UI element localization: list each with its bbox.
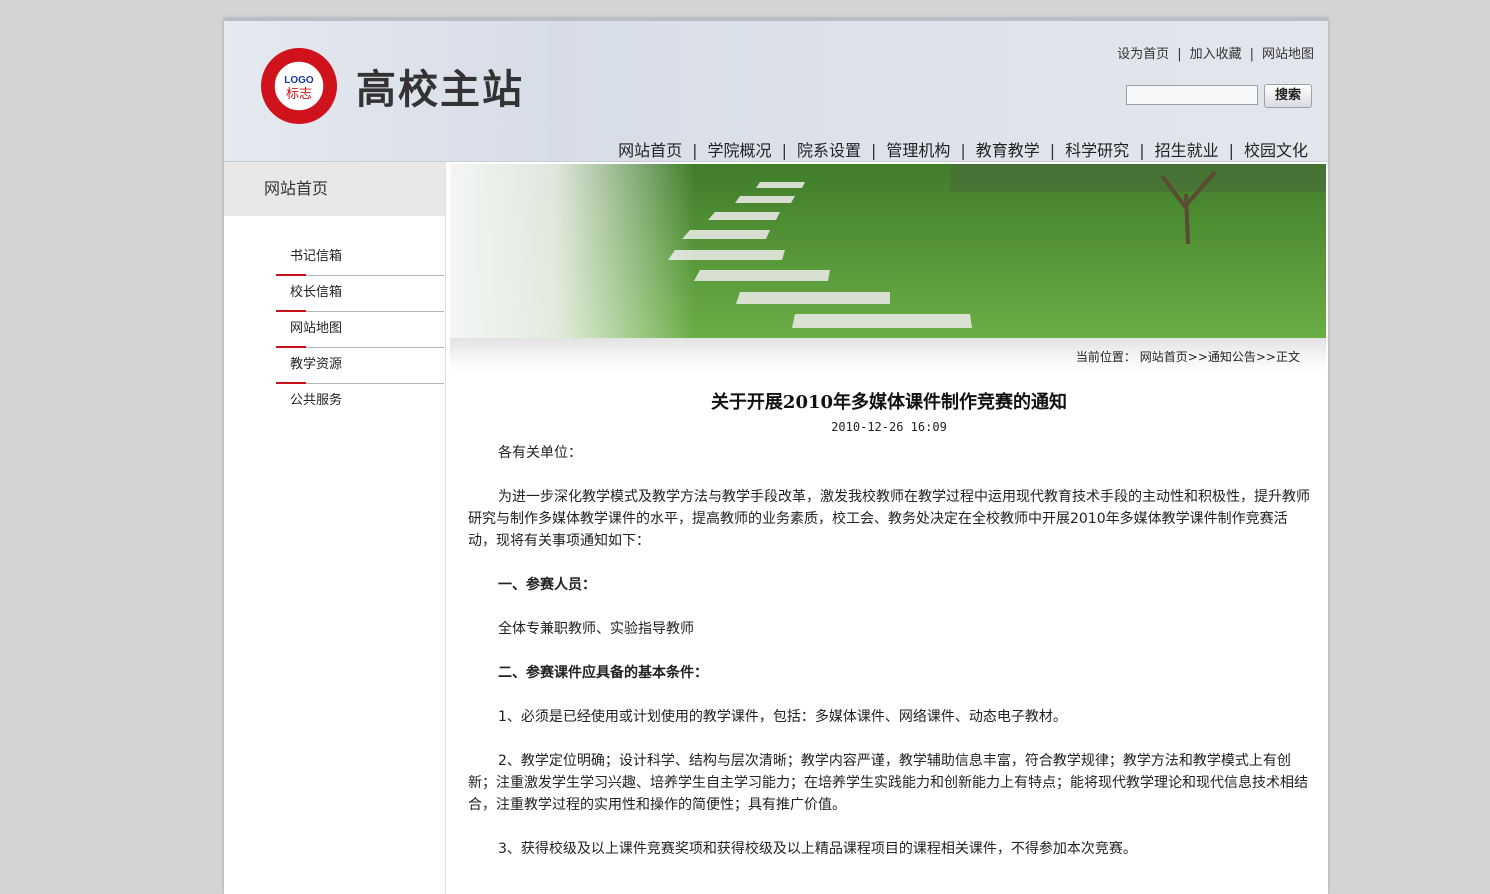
sidebar-item-secretary-mailbox[interactable]: 书记信箱	[276, 240, 444, 276]
search-button[interactable]: 搜索	[1264, 84, 1312, 108]
article-date: 2010-12-26 16:09	[831, 420, 947, 434]
sidebar-item-public-services[interactable]: 公共服务	[276, 384, 444, 420]
nav-item-departments[interactable]: 院系设置	[797, 141, 861, 160]
nav-item-administration[interactable]: 管理机构	[886, 141, 950, 160]
section2-item-3: 3、获得校级及以上课件竞赛奖项和获得校级及以上精品课程项目的课程相关课件，不得参…	[498, 841, 1137, 857]
nav-item-about[interactable]: 学院概况	[708, 141, 772, 160]
main-nav: 网站首页 | 学院概况 | 院系设置 | 管理机构 | 教育教学 | 科学研究 | 招生就业 | 校园文化	[618, 141, 1308, 160]
nav-item-culture[interactable]: 校园文化	[1244, 141, 1308, 160]
section2-item-1: 1、必须是已经使用或计划使用的教学课件，包括：多媒体课件、网络课件、动态电子教材…	[498, 709, 1067, 725]
article-title: 关于开展2010年多媒体课件制作竞赛的通知	[710, 392, 1068, 413]
nav-item-home[interactable]: 网站首页	[618, 141, 682, 160]
sidebar-item-teaching-resources[interactable]: 教学资源	[276, 348, 444, 384]
sidebar-title[interactable]: 网站首页	[224, 162, 445, 216]
site-header: LOGO 标志 高校主站 设为首页 | 加入收藏 | 网站地图 搜索 网站首页 | 学院概况…	[224, 18, 1328, 162]
nav-item-education[interactable]: 教育教学	[976, 141, 1040, 160]
section1-title: 一、参赛人员：	[498, 577, 596, 593]
sidebar-item-sitemap[interactable]: 网站地图	[276, 312, 444, 348]
section2-item-2: 2、教学定位明确；设计科学、结构与层次清晰；教学内容严谨，教学辅助信息丰富，符合…	[468, 753, 1308, 813]
sidebar-list: 书记信箱 校长信箱 网站地图 教学资源 公共服务	[276, 240, 444, 420]
set-homepage-link[interactable]: 设为首页	[1117, 47, 1169, 62]
breadcrumb: 当前位置： 网站首页>>通知公告>>正文	[450, 338, 1326, 374]
breadcrumb-path[interactable]: 网站首页>>通知公告>>正文	[1140, 350, 1300, 364]
site-name: 高校主站	[356, 66, 524, 113]
article-salutation: 各有关单位：	[498, 445, 582, 461]
section1-body: 全体专兼职教师、实验指导教师	[498, 621, 694, 637]
banner-illustration	[450, 164, 1326, 338]
article-intro: 为进一步深化教学模式及教学方法与教学手段改革，激发我校教师在教学过程中运用现代教…	[468, 489, 1310, 549]
page-container: LOGO 标志 高校主站 设为首页 | 加入收藏 | 网站地图 搜索 网站首页 | 学院概况…	[224, 18, 1328, 894]
logo-text-top: LOGO	[284, 75, 314, 86]
search-input[interactable]	[1126, 85, 1258, 105]
sidebar-item-president-mailbox[interactable]: 校长信箱	[276, 276, 444, 312]
sidebar: 网站首页 书记信箱 校长信箱 网站地图 教学资源 公共服务	[224, 162, 446, 894]
article: 关于开展2010年多媒体课件制作竞赛的通知 2010-12-26 16:09 各…	[468, 380, 1310, 860]
sitemap-link[interactable]: 网站地图	[1262, 47, 1314, 62]
top-links: 设为首页 | 加入收藏 | 网站地图	[1117, 47, 1314, 62]
add-favorite-link[interactable]: 加入收藏	[1190, 47, 1242, 62]
logo-text-bottom: 标志	[286, 87, 312, 102]
banner-image	[450, 164, 1326, 338]
section2-title: 二、参赛课件应具备的基本条件：	[498, 665, 708, 681]
nav-item-research[interactable]: 科学研究	[1065, 141, 1129, 160]
logo-seal[interactable]: LOGO 标志	[260, 47, 338, 125]
breadcrumb-label: 当前位置：	[1075, 350, 1136, 364]
nav-item-admissions[interactable]: 招生就业	[1155, 141, 1219, 160]
